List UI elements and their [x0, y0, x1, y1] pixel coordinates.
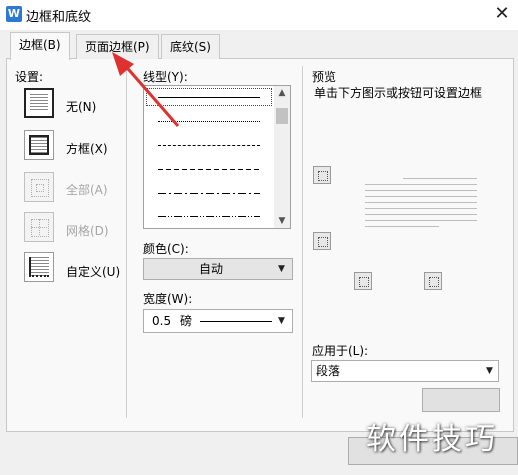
- apply-to-value: 段落: [316, 364, 341, 378]
- color-value: 自动: [198, 262, 223, 276]
- preview-paragraph[interactable]: [365, 176, 477, 236]
- settings-heading: 设置:: [15, 70, 44, 84]
- setting-grid-label: 网格(D): [66, 224, 109, 238]
- tab-borders[interactable]: 边框(B): [10, 32, 70, 60]
- chevron-down-icon[interactable]: ▼: [486, 366, 496, 376]
- apply-to-select[interactable]: 段落 ▼: [311, 360, 499, 382]
- none-border-icon[interactable]: [24, 88, 54, 118]
- scroll-down-icon[interactable]: ▼: [274, 214, 290, 228]
- setting-none-label[interactable]: 无(N): [66, 98, 96, 115]
- bottom-border-button[interactable]: [313, 232, 331, 250]
- annotation-arrow-icon: [112, 52, 180, 127]
- right-border-button[interactable]: [424, 272, 442, 290]
- scroll-thumb[interactable]: [276, 108, 288, 124]
- setting-custom-label[interactable]: 自定义(U): [66, 263, 120, 280]
- color-label: 颜色(C):: [143, 242, 189, 256]
- width-line-sample: [200, 321, 272, 322]
- all-border-icon: [24, 172, 54, 202]
- watermark-text: 软件技巧: [366, 422, 498, 457]
- line-style-dashed[interactable]: [158, 169, 260, 170]
- options-button[interactable]: [422, 388, 500, 412]
- grid-border-icon: [24, 212, 54, 242]
- apply-to-label: 应用于(L):: [312, 344, 369, 358]
- preview-heading: 预览: [312, 70, 337, 84]
- preview-hint: 单击下方图示或按钮可设置边框: [314, 86, 483, 100]
- top-border-button[interactable]: [313, 166, 331, 184]
- width-value: 0.5: [152, 314, 172, 328]
- custom-border-icon[interactable]: [24, 252, 54, 282]
- left-border-button[interactable]: [354, 272, 372, 290]
- color-select[interactable]: 自动 ▼: [143, 258, 293, 280]
- box-border-icon[interactable]: [24, 130, 54, 160]
- width-unit: 磅: [180, 314, 193, 328]
- setting-box-label[interactable]: 方框(X): [66, 140, 108, 157]
- window-title: 边框和底纹: [26, 10, 92, 25]
- width-select[interactable]: 0.5 磅 ▼: [143, 309, 293, 333]
- scroll-up-icon[interactable]: ▲: [274, 86, 290, 100]
- close-icon[interactable]: ✕: [492, 4, 512, 24]
- divider-right: [302, 66, 303, 418]
- width-label: 宽度(W):: [143, 292, 193, 306]
- chevron-down-icon[interactable]: ▼: [278, 264, 288, 274]
- chevron-down-icon[interactable]: ▼: [278, 316, 288, 326]
- line-style-scrollbar[interactable]: ▲ ▼: [274, 86, 290, 228]
- line-style-dash-dot[interactable]: [158, 193, 260, 194]
- line-style-dashed-short[interactable]: [158, 145, 260, 146]
- setting-all-label: 全部(A): [66, 183, 108, 197]
- line-style-dash-dot-dot[interactable]: [158, 216, 260, 217]
- wps-app-icon: W: [6, 6, 22, 22]
